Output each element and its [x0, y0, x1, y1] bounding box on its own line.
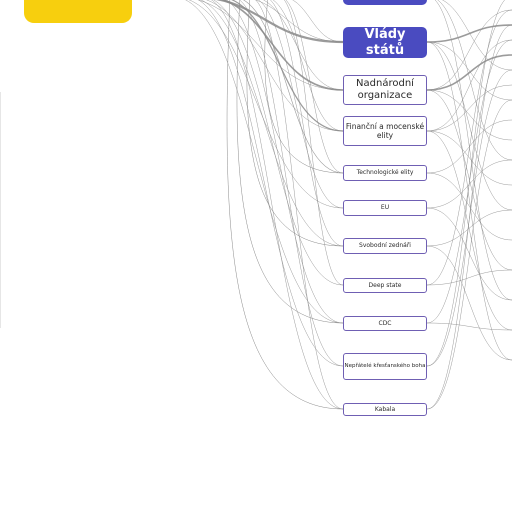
outgoing-link	[426, 130, 512, 331]
node-nadnarodni-organizace[interactable]: Nadnárodní organizace	[343, 75, 427, 105]
outgoing-link	[426, 322, 512, 331]
outgoing-link	[426, 130, 512, 186]
outgoing-link	[426, 41, 512, 361]
node-label: Vlády států	[364, 26, 406, 58]
node-svobodni-zednari[interactable]: Svobodní zednáři	[343, 238, 427, 254]
node-label: Kabala	[374, 405, 396, 413]
incoming-link	[184, 0, 344, 324]
node-label: CDC	[378, 319, 392, 327]
node-technologicke-elity[interactable]: Technologické elity	[343, 165, 427, 181]
node-eu[interactable]: EU	[343, 200, 427, 216]
node-deep-state[interactable]: Deep state	[343, 278, 427, 293]
incoming-link	[225, 0, 344, 324]
incoming-link	[215, 0, 344, 44]
node-financni-elity[interactable]: Finanční a mocenské elity	[343, 116, 427, 146]
incoming-link	[187, 0, 344, 209]
node-label: EU	[380, 204, 390, 212]
node-kabala[interactable]: Kabala	[343, 403, 427, 416]
outgoing-link	[426, 9, 512, 286]
outgoing-link	[426, 245, 512, 361]
incoming-link	[246, 0, 344, 247]
outgoing-link	[426, 41, 512, 101]
incoming-link	[236, 0, 344, 324]
node-label: Nepřátelé křesťanského boha	[344, 363, 426, 370]
node-label: Finanční a mocenské elity	[345, 122, 425, 140]
node-nepratele-boha[interactable]: Nepřátelé křesťanského boha	[343, 353, 427, 380]
node-label: Svobodní zednáři	[359, 242, 411, 250]
node-vlady-statu[interactable]: Vlády států	[343, 27, 427, 58]
node-cdc[interactable]: CDC	[343, 316, 427, 331]
outgoing-link	[426, 269, 512, 286]
outgoing-link	[441, 0, 512, 71]
incoming-link	[238, 0, 344, 367]
outgoing-link	[426, 89, 512, 141]
node-label: Deep state	[368, 281, 402, 289]
node-label: Technologické elity	[356, 169, 414, 177]
outgoing-link	[426, 54, 512, 91]
incoming-link	[262, 0, 344, 91]
incoming-link	[255, 0, 344, 410]
incoming-link	[210, 0, 344, 410]
link-lines	[184, 0, 512, 410]
node-label: Nadnárodní organizace	[356, 78, 414, 101]
outgoing-link	[426, 24, 512, 410]
incoming-link	[272, 0, 344, 132]
node-top-partial[interactable]	[343, 0, 427, 5]
outgoing-link	[426, 24, 512, 43]
